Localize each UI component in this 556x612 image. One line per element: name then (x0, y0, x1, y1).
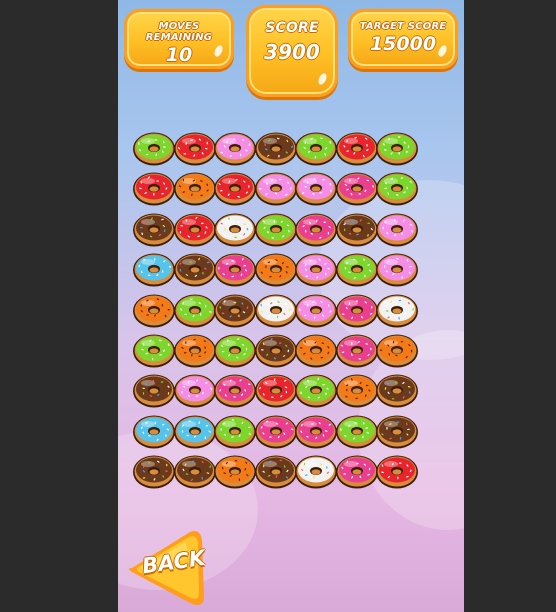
donut-tile-blue[interactable] (132, 412, 176, 450)
score-value: 3900 (264, 40, 320, 64)
donut-tile-chocolate[interactable] (335, 210, 379, 248)
donut-tile-pink[interactable] (294, 169, 338, 207)
donut-tile-chocolate[interactable] (173, 250, 217, 288)
donut-tile-magenta[interactable] (294, 412, 338, 450)
donut-tile-green[interactable] (173, 291, 217, 329)
target-score-panel: TARGET SCORE 15000 (348, 9, 458, 69)
donut-tile-magenta[interactable] (213, 250, 257, 288)
donut-tile-green[interactable] (294, 371, 338, 409)
donut-tile-green[interactable] (254, 210, 298, 248)
donut-tile-magenta[interactable] (335, 169, 379, 207)
donut-tile-red[interactable] (335, 129, 379, 167)
donut-tile-chocolate[interactable] (132, 371, 176, 409)
donut-tile-magenta[interactable] (335, 291, 379, 329)
donut-tile-orange[interactable] (254, 250, 298, 288)
donut-tile-chocolate[interactable] (173, 452, 217, 490)
donut-tile-chocolate[interactable] (375, 371, 419, 409)
donut-tile-chocolate[interactable] (132, 452, 176, 490)
donut-tile-pink[interactable] (213, 129, 257, 167)
donut-tile-orange[interactable] (375, 331, 419, 369)
donut-tile-red[interactable] (213, 169, 257, 207)
donut-tile-chocolate[interactable] (132, 210, 176, 248)
donut-tile-chocolate[interactable] (213, 291, 257, 329)
donut-tile-green[interactable] (213, 412, 257, 450)
donut-tile-green[interactable] (375, 169, 419, 207)
donut-tile-green[interactable] (132, 129, 176, 167)
donut-tile-white[interactable] (294, 452, 338, 490)
donut-tile-blue[interactable] (132, 250, 176, 288)
donut-tile-orange[interactable] (132, 291, 176, 329)
donut-tile-white[interactable] (375, 291, 419, 329)
donut-tile-white[interactable] (254, 291, 298, 329)
donut-tile-chocolate[interactable] (254, 452, 298, 490)
target-score-label: TARGET SCORE (359, 21, 447, 32)
donut-tile-pink[interactable] (173, 371, 217, 409)
score-panel: SCORE 3900 (246, 5, 338, 97)
game-screen: MOVES REMAINING 10 SCORE 3900 TARGET SCO… (118, 0, 464, 612)
donut-board (132, 129, 420, 493)
donut-tile-orange[interactable] (294, 331, 338, 369)
donut-tile-red[interactable] (375, 452, 419, 490)
score-label: SCORE (265, 20, 319, 36)
donut-tile-chocolate[interactable] (254, 331, 298, 369)
donut-tile-green[interactable] (335, 412, 379, 450)
donut-tile-red[interactable] (132, 169, 176, 207)
donut-tile-green[interactable] (213, 331, 257, 369)
donut-tile-magenta[interactable] (213, 371, 257, 409)
moves-remaining-panel: MOVES REMAINING 10 (124, 9, 234, 69)
donut-tile-red[interactable] (254, 371, 298, 409)
donut-tile-orange[interactable] (173, 331, 217, 369)
donut-tile-magenta[interactable] (294, 210, 338, 248)
donut-tile-orange[interactable] (173, 169, 217, 207)
donut-tile-pink[interactable] (294, 250, 338, 288)
donut-tile-pink[interactable] (294, 291, 338, 329)
donut-tile-magenta[interactable] (335, 452, 379, 490)
donut-tile-green[interactable] (375, 129, 419, 167)
donut-tile-blue[interactable] (173, 412, 217, 450)
moves-remaining-label: MOVES REMAINING (145, 21, 213, 43)
donut-tile-pink[interactable] (375, 210, 419, 248)
donut-tile-orange[interactable] (335, 371, 379, 409)
donut-tile-magenta[interactable] (335, 331, 379, 369)
back-button[interactable]: BACK (126, 528, 208, 608)
gloss-highlight (316, 72, 329, 86)
donut-tile-chocolate[interactable] (375, 412, 419, 450)
donut-tile-chocolate[interactable] (254, 129, 298, 167)
donut-tile-red[interactable] (173, 129, 217, 167)
donut-tile-magenta[interactable] (254, 412, 298, 450)
donut-tile-red[interactable] (173, 210, 217, 248)
donut-tile-green[interactable] (335, 250, 379, 288)
donut-tile-green[interactable] (132, 331, 176, 369)
donut-tile-orange[interactable] (213, 452, 257, 490)
donut-tile-pink[interactable] (375, 250, 419, 288)
donut-tile-green[interactable] (294, 129, 338, 167)
donut-tile-pink[interactable] (254, 169, 298, 207)
donut-tile-white[interactable] (213, 210, 257, 248)
